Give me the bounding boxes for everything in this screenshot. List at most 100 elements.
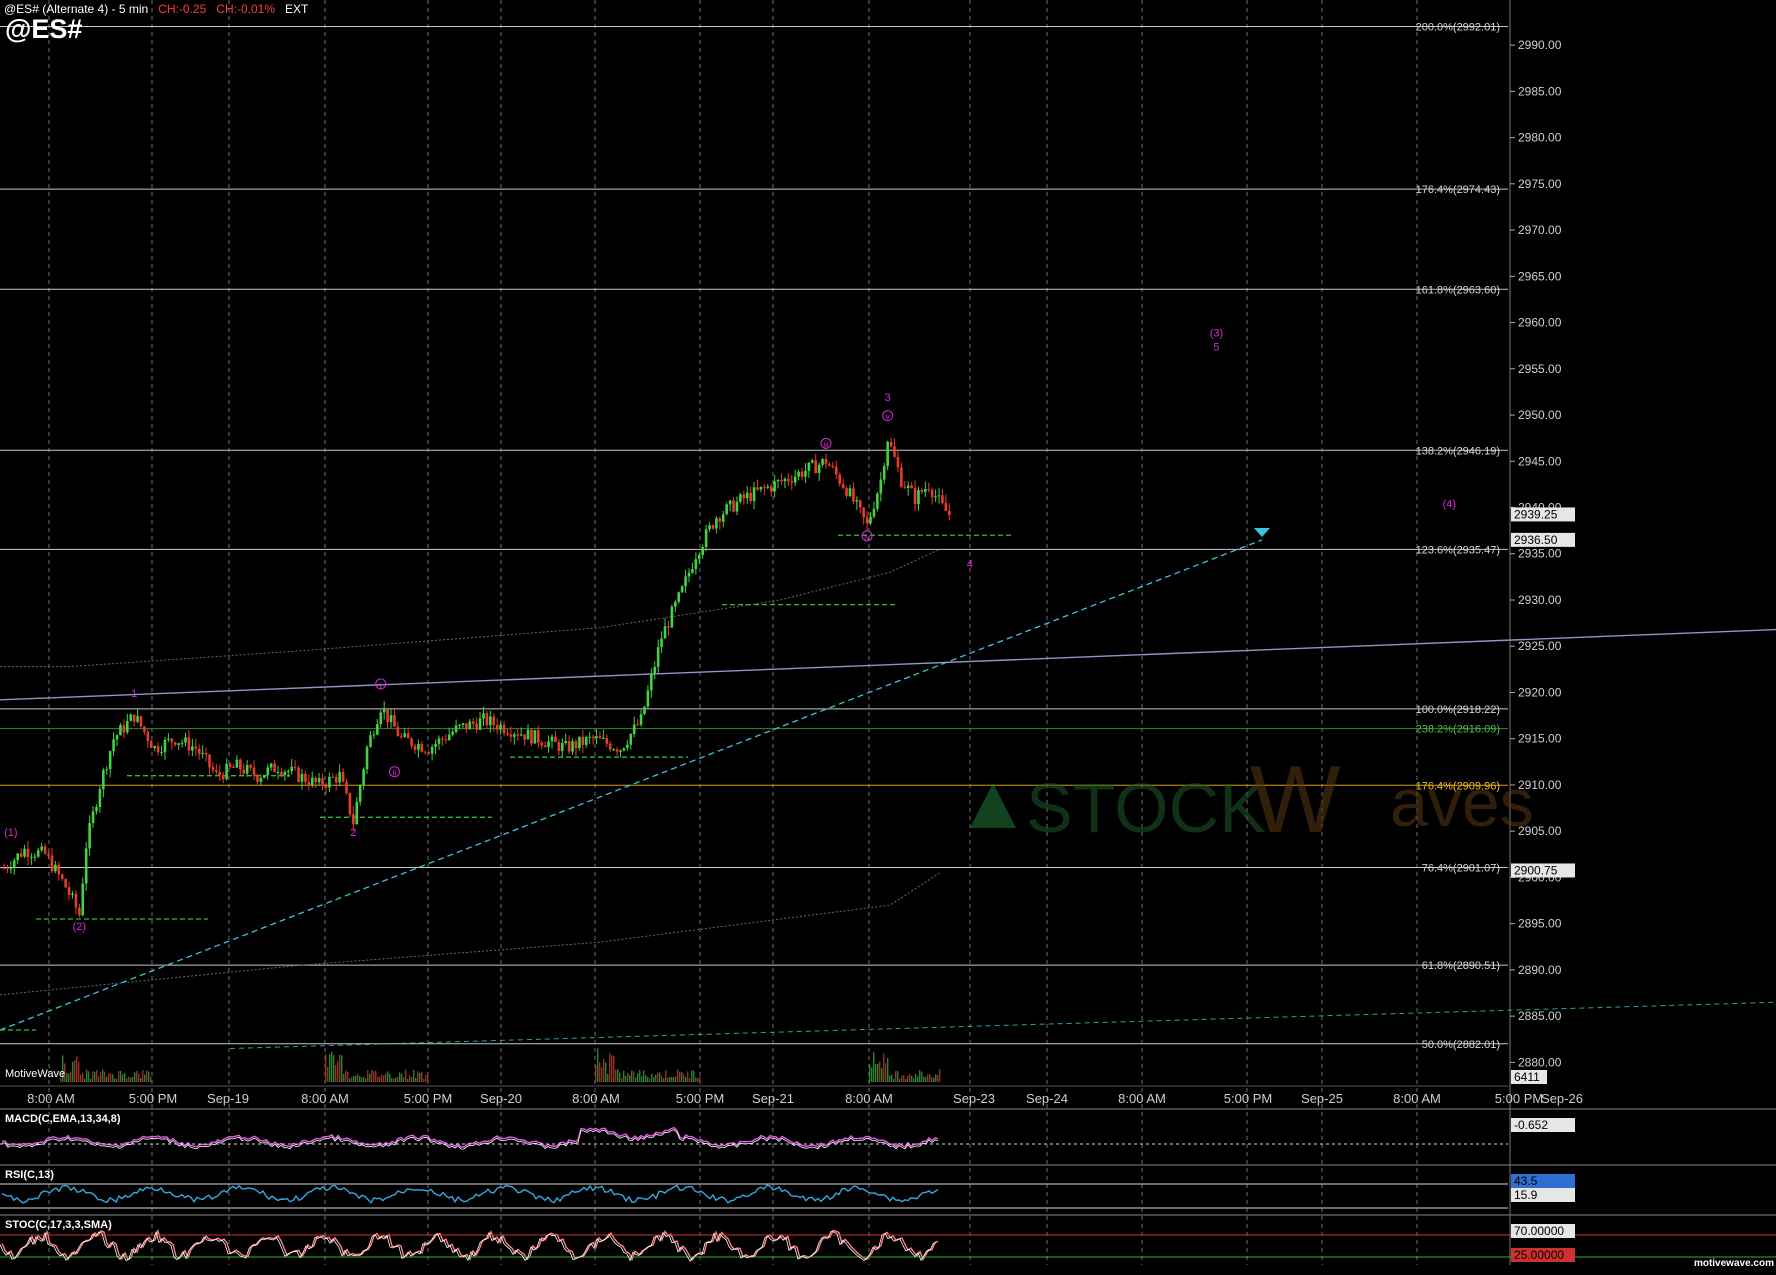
candle-body — [362, 769, 365, 786]
candle-body — [913, 488, 917, 505]
volume-bar — [673, 1077, 675, 1082]
candle-body — [838, 474, 841, 484]
volume-bar — [699, 1076, 701, 1082]
volume-bar — [78, 1061, 80, 1082]
volume-bar — [148, 1071, 150, 1082]
symbol-label: @ES# — [5, 14, 83, 44]
candle-body — [84, 848, 88, 884]
candle-body — [502, 724, 506, 734]
candle-body — [725, 504, 728, 515]
ma-dotted-lower — [0, 872, 941, 996]
candle-body — [526, 729, 530, 740]
candle-body — [33, 856, 37, 858]
candle-body — [78, 907, 81, 916]
candle-body — [273, 763, 276, 773]
panel-title: RSI(C,13) — [5, 1169, 54, 1181]
candle-body — [697, 554, 701, 560]
volume-bar — [873, 1052, 875, 1082]
volume-bar — [649, 1078, 651, 1082]
volume-bar — [74, 1060, 76, 1082]
volume-bar — [675, 1076, 677, 1082]
volume-bar — [421, 1071, 423, 1082]
volume-bar — [381, 1074, 383, 1082]
candle-body — [36, 850, 40, 857]
candle-body — [475, 723, 478, 730]
candle-body — [286, 771, 290, 773]
candle-body — [567, 741, 571, 752]
volume-bar — [417, 1071, 419, 1082]
volume-bar — [120, 1070, 122, 1082]
volume-bar — [899, 1078, 901, 1082]
candle-body — [465, 723, 468, 730]
candle-body — [420, 744, 424, 752]
volume-bar — [353, 1076, 355, 1082]
volume-bar — [379, 1076, 381, 1082]
candle-body — [242, 769, 246, 774]
volume-bar — [917, 1076, 919, 1082]
price-chart-svg[interactable]: 2880.002885.002890.002895.002900.002905.… — [0, 0, 1776, 1270]
candle-body — [365, 746, 369, 770]
candle-body — [492, 716, 496, 725]
candle-body — [650, 674, 653, 691]
volume-bar — [669, 1077, 671, 1082]
y-tick-label: 2880.00 — [1518, 1055, 1562, 1069]
macd-signal-line — [1, 1129, 939, 1150]
volume-bar — [389, 1073, 391, 1082]
fib-label: 50.0%(2882.01) — [1422, 1039, 1500, 1051]
candle-body — [612, 749, 615, 751]
candle-body — [776, 480, 780, 482]
volume-bar — [377, 1076, 379, 1082]
candle-body — [595, 736, 598, 738]
x-tick-label: 8:00 AM — [301, 1091, 349, 1106]
candle-body — [471, 721, 475, 724]
x-tick-label: Sep-19 — [207, 1091, 249, 1106]
panel-title: STOC(C,17,3,3,SMA) — [5, 1219, 112, 1231]
candle-body — [160, 752, 163, 754]
volume-badge-label: 6411 — [1514, 1070, 1540, 1084]
candle-body — [47, 853, 50, 856]
volume-bar — [885, 1063, 887, 1082]
watermark-text-stock: STOCK — [1026, 769, 1266, 847]
candle-body — [256, 775, 259, 782]
candle-body — [920, 490, 924, 492]
volume-bar — [875, 1064, 877, 1082]
volume-bar — [871, 1067, 873, 1082]
volume-bar — [423, 1078, 425, 1082]
volume-bar — [84, 1078, 86, 1082]
candle-body — [865, 517, 869, 524]
volume-bar — [905, 1078, 907, 1082]
volume-bar — [361, 1077, 363, 1082]
volume-bar — [128, 1076, 130, 1082]
candle-body — [345, 781, 348, 794]
volume-bar — [879, 1061, 881, 1082]
volume-bar — [665, 1070, 667, 1082]
volume-bar — [605, 1062, 607, 1082]
volume-bar — [359, 1076, 361, 1082]
candle-body — [300, 773, 304, 782]
x-tick-label: 5:00 PM — [404, 1091, 452, 1106]
volume-bar — [935, 1074, 937, 1082]
candle-body — [653, 666, 657, 675]
volume-bar — [639, 1069, 641, 1082]
candle-body — [386, 709, 389, 723]
y-tick-label: 2915.00 — [1518, 732, 1562, 746]
volume-bar — [603, 1058, 605, 1082]
candle-body — [122, 725, 126, 733]
volume-bar — [112, 1074, 114, 1082]
fib-label: 61.8%(2890.51) — [1422, 960, 1500, 972]
candle-body — [9, 868, 13, 870]
y-tick-label: 2965.00 — [1518, 269, 1562, 283]
candle-body — [574, 741, 578, 749]
volume-bar — [641, 1076, 643, 1082]
candle-body — [119, 725, 122, 736]
x-tick-label: Sep-23 — [953, 1091, 995, 1106]
wave-label: iii — [823, 440, 829, 449]
candle-body — [550, 736, 554, 742]
wave-label: ii — [393, 769, 397, 778]
volume-bar — [345, 1070, 347, 1082]
candle-body — [184, 737, 187, 743]
candle-body — [578, 736, 581, 749]
wave-label: 4 — [967, 559, 973, 571]
volume-bar — [122, 1074, 124, 1082]
candle-body — [126, 720, 129, 733]
